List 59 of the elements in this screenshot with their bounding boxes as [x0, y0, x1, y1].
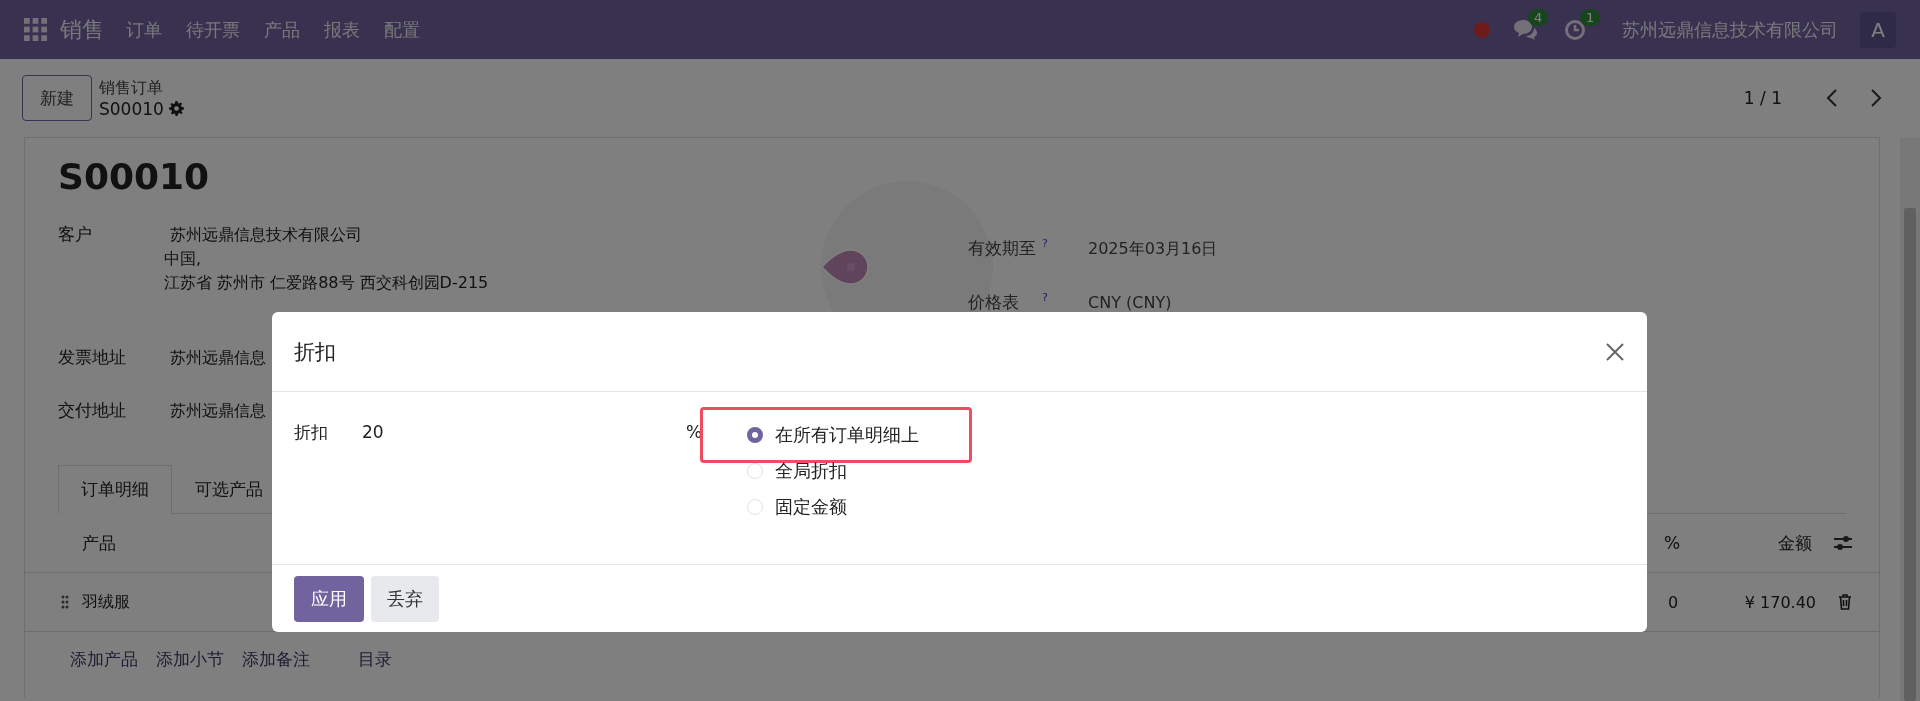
- field-label: 有效期至: [968, 237, 1037, 260]
- breadcrumb-link[interactable]: 销售订单: [99, 77, 184, 99]
- user-avatar[interactable]: A: [1860, 11, 1896, 48]
- partner-link[interactable]: 苏州远鼎信息: [170, 346, 266, 370]
- drag-handle-icon[interactable]: [61, 595, 69, 609]
- record-name: S00010: [99, 98, 164, 119]
- field-label: 发票地址: [58, 346, 127, 369]
- table-cell-text: 0: [1668, 592, 1680, 612]
- menu-item[interactable]: 产品: [264, 17, 300, 42]
- add-link[interactable]: 添加小节: [156, 648, 224, 671]
- previous-icon[interactable]: [1826, 88, 1838, 108]
- help-mark[interactable]: ?: [1042, 291, 1088, 304]
- app-name[interactable]: 销售: [60, 14, 104, 45]
- discard-button[interactable]: 丢弃: [371, 575, 439, 622]
- menu-item[interactable]: 订单: [126, 17, 162, 42]
- message-count-badge: 4: [1528, 8, 1549, 26]
- table-cell-text: ¥ 170.40: [1743, 592, 1816, 612]
- column-header[interactable]: %: [1664, 533, 1732, 553]
- app-grid-icon[interactable]: [24, 18, 47, 41]
- company-switcher[interactable]: 苏州远鼎信息技术有限公司: [1622, 17, 1838, 42]
- partner-link[interactable]: 苏州远鼎信息: [170, 399, 266, 423]
- trash-icon[interactable]: [1838, 594, 1852, 610]
- apply-button[interactable]: 应用: [294, 575, 364, 622]
- field-value: 2025年03月16日: [1088, 239, 1218, 260]
- table-cell-text: 羽绒服: [81, 591, 130, 613]
- add-link[interactable]: 添加产品: [70, 648, 138, 671]
- menu-item[interactable]: 配置: [384, 17, 420, 42]
- clock-icon[interactable]: [1564, 18, 1586, 41]
- field-label: 折扣: [294, 421, 329, 444]
- activity-count-badge: 1: [1580, 8, 1601, 26]
- settings-icon[interactable]: [168, 101, 184, 116]
- column-header[interactable]: 金额: [1732, 531, 1812, 555]
- field-label: 交付地址: [58, 399, 127, 422]
- column-header[interactable]: 产品: [70, 531, 116, 555]
- new-button[interactable]: 新建: [22, 75, 92, 121]
- next-icon[interactable]: [1870, 88, 1882, 108]
- help-mark[interactable]: ?: [1042, 237, 1088, 250]
- close-icon[interactable]: [1605, 341, 1625, 362]
- option-label[interactable]: 全局折扣: [775, 459, 847, 483]
- pager-value: 1 / 1: [1743, 88, 1782, 108]
- column-settings-icon[interactable]: [1834, 535, 1852, 551]
- menu-item[interactable]: 报表: [324, 17, 360, 42]
- partner-link[interactable]: 苏州远鼎信息技术有限公司: [170, 223, 489, 247]
- field-label: 价格表: [968, 291, 1020, 314]
- field-label: 客户: [58, 223, 93, 246]
- scrollbar[interactable]: [1900, 138, 1920, 701]
- tab[interactable]: 订单明细: [58, 465, 172, 514]
- record-dot-icon[interactable]: [1474, 21, 1490, 38]
- menu-item[interactable]: 待开票: [186, 17, 240, 42]
- add-link[interactable]: 添加备注: [242, 648, 310, 671]
- record-title: S00010: [58, 156, 211, 197]
- add-link[interactable]: 目录: [358, 648, 392, 671]
- option-label[interactable]: 固定金额: [775, 495, 847, 519]
- address-line: 中国,: [164, 248, 203, 270]
- field-value: CNY (CNY): [1088, 293, 1172, 312]
- option-label[interactable]: 在所有订单明细上: [775, 423, 919, 447]
- dialog-title: 折扣: [294, 338, 337, 366]
- radio-button[interactable]: [747, 427, 763, 443]
- address-line: 江苏省 苏州市 仁爱路88号 西交科创园D-215: [164, 272, 489, 294]
